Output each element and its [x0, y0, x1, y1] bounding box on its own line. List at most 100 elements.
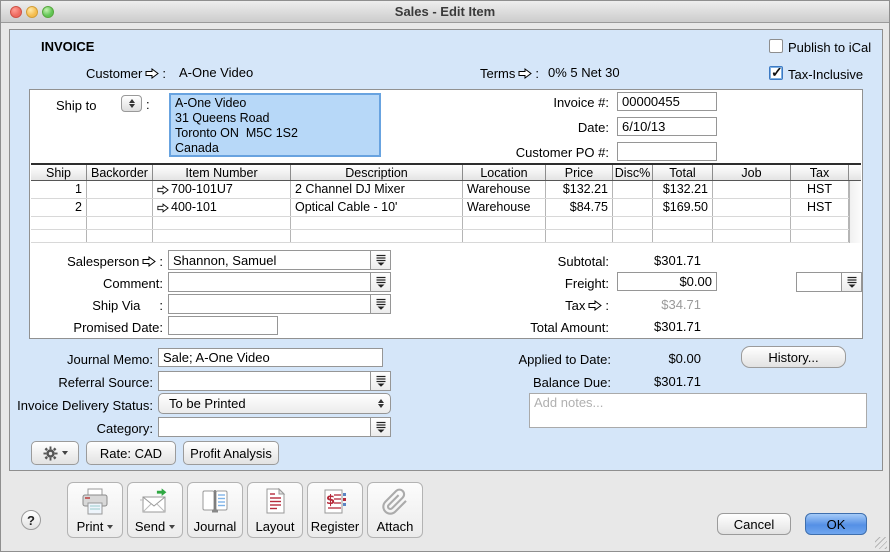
col-header-tax[interactable]: Tax: [791, 165, 849, 180]
publish-ical-checkbox[interactable]: [769, 39, 783, 53]
balance-due-label: Balance Due:: [491, 374, 611, 391]
send-button[interactable]: Send: [127, 482, 183, 538]
cell-disc[interactable]: [613, 181, 653, 198]
print-button[interactable]: Print: [67, 482, 123, 538]
col-header-location[interactable]: Location: [463, 165, 546, 180]
freight-input[interactable]: [617, 272, 717, 291]
salesperson-dropdown-button[interactable]: [370, 250, 391, 270]
table-row[interactable]: 2 400-101 Optical Cable - 10' Warehouse …: [31, 199, 861, 217]
col-header-description[interactable]: Description: [291, 165, 463, 180]
cell-backorder[interactable]: [87, 199, 153, 216]
zoom-arrow-icon[interactable]: [588, 300, 602, 311]
cell-description[interactable]: Optical Cable - 10': [291, 199, 463, 216]
list-dropdown-icon: [375, 298, 387, 310]
col-header-backorder[interactable]: Backorder: [87, 165, 153, 180]
freight-tax-dropdown-button[interactable]: [841, 272, 862, 292]
rate-button[interactable]: Rate: CAD: [86, 441, 176, 465]
col-header-disc[interactable]: Disc%: [613, 165, 653, 180]
comment-input[interactable]: [168, 272, 371, 292]
publish-ical-label: Publish to iCal: [788, 40, 871, 55]
col-header-total[interactable]: Total: [653, 165, 713, 180]
help-button[interactable]: ?: [21, 510, 41, 530]
cell-item-number[interactable]: 400-101: [153, 199, 291, 216]
total-amount-label: Total Amount:: [481, 319, 609, 336]
zoom-arrow-icon[interactable]: [157, 203, 169, 213]
attach-button[interactable]: Attach: [367, 482, 423, 538]
col-header-job[interactable]: Job: [713, 165, 791, 180]
gear-menu-button[interactable]: [31, 441, 79, 465]
tax-value: $34.71: [621, 297, 701, 312]
customer-label: Customer :: [56, 65, 166, 82]
cell-item-number[interactable]: 700-101U7: [153, 181, 291, 198]
zoom-arrow-icon[interactable]: [157, 185, 169, 195]
resize-grip[interactable]: [875, 537, 887, 549]
list-dropdown-icon: [375, 276, 387, 288]
delivery-status-popup[interactable]: To be Printed: [158, 393, 391, 414]
ok-button[interactable]: OK: [805, 513, 867, 535]
table-scrollbar[interactable]: [849, 181, 861, 243]
cell-total[interactable]: $132.21: [653, 181, 713, 198]
register-button[interactable]: $ Register: [307, 482, 363, 538]
history-button[interactable]: History...: [741, 346, 846, 368]
cell-price[interactable]: $84.75: [546, 199, 613, 216]
tax-inclusive-checkbox[interactable]: [769, 66, 783, 80]
applied-to-date-label: Applied to Date:: [491, 351, 611, 368]
comment-dropdown-button[interactable]: [370, 272, 391, 292]
cell-tax[interactable]: HST: [791, 181, 849, 198]
cell-backorder[interactable]: [87, 181, 153, 198]
category-input[interactable]: [158, 417, 371, 437]
date-label: Date:: [481, 119, 609, 136]
send-icon: [139, 488, 171, 516]
cell-tax[interactable]: HST: [791, 199, 849, 216]
col-header-ship[interactable]: Ship: [31, 165, 87, 180]
referral-source-input[interactable]: [158, 371, 371, 391]
subtotal-value: $301.71: [621, 253, 701, 268]
layout-button[interactable]: Layout: [247, 482, 303, 538]
cell-job[interactable]: [713, 181, 791, 198]
cell-description[interactable]: 2 Channel DJ Mixer: [291, 181, 463, 198]
table-row[interactable]: 1 700-101U7 2 Channel DJ Mixer Warehouse…: [31, 181, 861, 199]
ship-via-input[interactable]: [168, 294, 371, 314]
cell-job[interactable]: [713, 199, 791, 216]
ship-to-address[interactable]: A-One Video 31 Queens Road Toronto ON M5…: [169, 93, 381, 157]
zoom-arrow-icon[interactable]: [145, 68, 159, 79]
referral-source-dropdown-button[interactable]: [370, 371, 391, 391]
cell-disc[interactable]: [613, 199, 653, 216]
ship-via-dropdown-button[interactable]: [370, 294, 391, 314]
cancel-button[interactable]: Cancel: [717, 513, 791, 535]
ship-to-label: Ship to: [56, 97, 116, 114]
cell-location[interactable]: Warehouse: [463, 199, 546, 216]
notes-textarea[interactable]: [529, 393, 867, 428]
col-header-item-number[interactable]: Item Number: [153, 165, 291, 180]
date-input[interactable]: [617, 117, 717, 136]
journal-memo-input[interactable]: [158, 348, 383, 367]
balance-due-value: $301.71: [621, 374, 701, 389]
salesperson-label: Salesperson :: [31, 253, 163, 270]
title-bar[interactable]: Sales - Edit Item: [1, 1, 889, 23]
cell-ship[interactable]: 1: [31, 181, 87, 198]
ship-to-colon: :: [146, 97, 150, 112]
freight-tax-input[interactable]: [796, 272, 842, 292]
table-row-empty[interactable]: [31, 217, 861, 230]
zoom-arrow-icon[interactable]: [142, 256, 156, 267]
terms-label: Terms :: [441, 65, 539, 82]
promised-date-input[interactable]: [168, 316, 278, 335]
salesperson-input[interactable]: [168, 250, 371, 270]
cell-total[interactable]: $169.50: [653, 199, 713, 216]
svg-text:$: $: [326, 493, 335, 508]
zoom-arrow-icon[interactable]: [518, 68, 532, 79]
journal-button[interactable]: Journal: [187, 482, 243, 538]
table-row-empty[interactable]: [31, 230, 861, 243]
ship-to-stepper[interactable]: [121, 95, 142, 112]
customer-po-input[interactable]: [617, 142, 717, 161]
line-items-table: Ship Backorder Item Number Description L…: [31, 163, 861, 243]
cell-ship[interactable]: 2: [31, 199, 87, 216]
col-header-price[interactable]: Price: [546, 165, 613, 180]
cell-location[interactable]: Warehouse: [463, 181, 546, 198]
cell-price[interactable]: $132.21: [546, 181, 613, 198]
category-dropdown-button[interactable]: [370, 417, 391, 437]
invoice-number-input[interactable]: [617, 92, 717, 111]
promised-date-label: Promised Date:: [31, 319, 163, 336]
profit-analysis-button[interactable]: Profit Analysis: [183, 441, 279, 465]
comment-combo: [168, 272, 391, 292]
